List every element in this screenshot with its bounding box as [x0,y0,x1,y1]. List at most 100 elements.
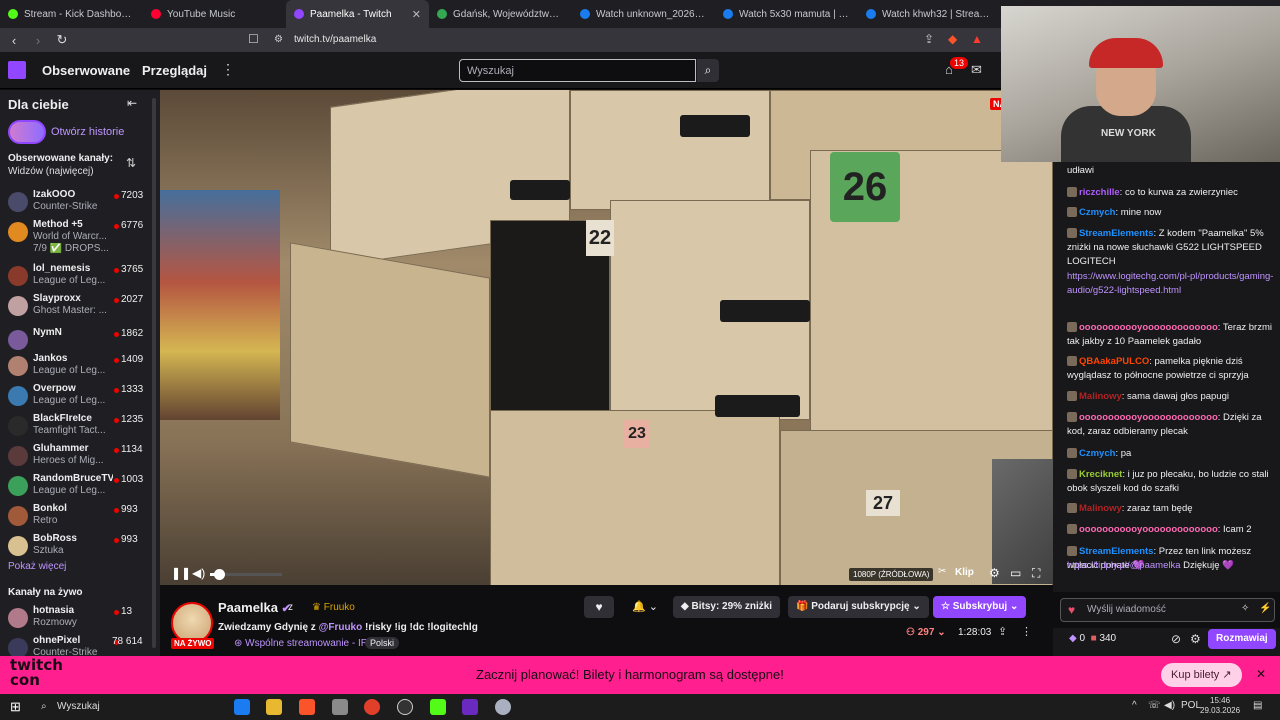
sort-icon[interactable]: ⇅ [126,156,136,170]
browser-tab[interactable]: Watch unknown_2026.01.18-1... [572,0,715,28]
clip-icon[interactable]: ✂ [938,566,946,577]
brave-icon[interactable] [299,699,315,715]
volume-slider[interactable] [210,569,282,580]
browser-tab[interactable]: Paamelka - Twitch ✕ [286,0,429,28]
sidebar-channel[interactable]: BlackFIreIce Teamfight Tact... 1235 [0,412,150,440]
sidebar-channel[interactable]: lol_nemesis League of Leg... 3765 [0,262,150,290]
notifications-icon[interactable]: ▤ [1253,700,1262,711]
collab-link[interactable]: ⊛ Wspólne streamowanie - IRL [234,638,374,649]
sidebar-channel[interactable]: IzakOOO Counter-Strike 7203 [0,188,150,216]
live-channel[interactable]: ohnePixel Counter-Strike 78 614 [0,634,150,656]
nav-followed[interactable]: Obserwowane [42,63,130,78]
notification-bell-button[interactable]: 🔔 ⌄ [626,596,666,618]
sidebar-channel[interactable]: RandomBruceTV League of Leg... 1003 [0,472,150,500]
speaker-icon[interactable]: ◀) [1164,700,1175,711]
app-icon[interactable] [462,699,478,715]
live-channel[interactable]: hotnasia Rozmowy 13 [0,604,150,632]
share-icon[interactable]: ⇪ [924,32,934,46]
chat-settings-icon[interactable]: ⚙ [1190,632,1201,646]
settings-icon[interactable]: ⚙ [989,566,1000,580]
browser-tab[interactable]: Stream - Kick Dashboard [0,0,143,28]
brave-shield-icon[interactable]: ◆ [948,32,957,46]
streamer-name[interactable]: Paamelka ✔ [218,600,291,615]
chat-username[interactable]: Czmych [1079,448,1115,459]
nav-browse[interactable]: Przeglądaj [142,63,207,78]
stories-button[interactable]: Otwórz historie [8,120,124,144]
chat-username[interactable]: Malinowy [1079,503,1122,514]
whispers-icon[interactable]: ✉ [971,62,982,78]
taskbar-search[interactable]: ⌕ Wyszukaj [33,697,223,717]
more-icon[interactable]: ⋮ [221,61,235,78]
clip-button[interactable]: Klip [955,567,974,578]
volume-icon[interactable]: ◀) [192,566,205,580]
pause-icon[interactable]: ❚❚ [171,566,191,580]
app-icon[interactable] [332,699,348,715]
bookmark-icon[interactable]: ☐ [248,32,259,46]
sidebar-channel[interactable]: Gluhammer Heroes of Mig... 1134 [0,442,150,470]
chrome-icon[interactable] [364,699,380,715]
back-icon[interactable]: ‹ [4,33,24,48]
file-explorer-icon[interactable] [266,699,282,715]
windows-start-icon[interactable]: ⊞ [10,699,21,715]
sidebar-channel[interactable]: BobRoss Sztuka 993 [0,532,150,560]
clock[interactable]: 15:46 29.03.2026 [1200,696,1240,716]
chat-link[interactable]: https://tipply.pl/@paamelka [1067,560,1181,571]
sidebar-channel[interactable]: Jankos League of Leg... 1409 [0,352,150,380]
buy-tickets-button[interactable]: Kup bilety ↗ [1161,663,1242,687]
theatre-mode-icon[interactable]: ▭ [1010,566,1021,580]
language-indicator[interactable]: POL [1181,700,1201,711]
search-input[interactable]: Wyszukaj [459,59,696,82]
emote-picker-icon[interactable]: ⚡ [1259,603,1271,614]
language-tag[interactable]: Polski [365,637,400,649]
gift-sub-button[interactable]: 🎁 Podaruj subskrypcję ⌄ [788,596,929,618]
kick-icon[interactable] [430,699,446,715]
chat-username[interactable]: Malinowy [1079,391,1122,402]
search-button[interactable]: ⌕ [697,59,719,82]
browser-tab[interactable]: Watch 5x30 mamuta | Streama... [715,0,858,28]
chat-username[interactable]: riczchille [1079,187,1120,198]
reload-icon[interactable]: ↻ [52,32,72,48]
chat-send-button[interactable]: Rozmawiaj [1208,629,1276,649]
obs-icon[interactable] [397,699,413,715]
collapse-sidebar-icon[interactable]: ⇤ [127,96,137,110]
chat-username[interactable]: QBAakaPULCO [1079,356,1149,367]
site-info-icon[interactable]: ⚙ [274,32,283,48]
tray-chevron-icon[interactable]: ^ [1132,700,1137,711]
ban-icon[interactable]: ⊘ [1171,632,1181,646]
bits-button[interactable]: ◆ Bitsy: 29% zniżki [673,596,781,618]
sidebar-channel[interactable]: Bonkol Retro 993 [0,502,150,530]
sidebar-scrollbar[interactable] [152,98,156,648]
browser-tab[interactable]: Gdańsk, Województwo pomor... [429,0,572,28]
app-icon[interactable] [495,699,511,715]
twitch-logo-icon[interactable] [8,61,26,79]
chat-username[interactable]: ooooooooooyooooooooooooo [1079,524,1218,535]
channel-points[interactable]: ◆ 0 ■ 340 [1069,633,1116,644]
chat-username[interactable]: Kreciknet [1079,469,1122,480]
edge-icon[interactable] [234,699,250,715]
sidebar-channel[interactable]: Overpow League of Leg... 1333 [0,382,150,410]
video-player[interactable]: 26 22 23 27 NA [160,90,1053,585]
follow-button[interactable]: ♥ [584,596,614,618]
more-options-icon[interactable]: ⋮ [1021,625,1032,638]
sidebar-channel[interactable]: Method +5 World of Warcr... 7/9 ✅ DROPS...… [0,218,150,254]
share-icon[interactable]: ⇪ [998,625,1007,638]
chat-input[interactable]: ♥ Wyślij wiadomość ✧ ⚡ [1060,598,1275,622]
sidebar-channel[interactable]: NymN 1862 [0,326,150,354]
close-icon[interactable]: ✕ [1256,667,1266,681]
browser-tab[interactable]: Watch khwh32 | Streamable [858,0,1001,28]
chat-username[interactable]: StreamElements [1079,546,1153,557]
forward-icon[interactable]: › [28,33,48,48]
chat-link[interactable]: https://www.logitechg.com/pl-pl/products… [1067,271,1273,296]
network-icon[interactable]: ☏ [1148,700,1161,711]
show-more-link[interactable]: Pokaż więcej [8,561,66,572]
chat-username[interactable]: Czmych [1079,207,1115,218]
partner-link[interactable]: ♛ Fruuko [312,602,355,613]
close-tab-icon[interactable]: ✕ [412,8,421,21]
sidebar-channel[interactable]: Slayproxx Ghost Master: ... 2027 [0,292,150,320]
chat-username[interactable]: ooooooooooyooooooooooooo [1079,412,1218,423]
rewards-icon[interactable]: ▲ [971,32,983,46]
chat-username[interactable]: StreamElements [1079,228,1153,239]
emote-icon[interactable]: ✧ [1241,603,1249,614]
title-mention[interactable]: @Fruuko [319,622,363,633]
fullscreen-icon[interactable]: ⛶ [1032,566,1040,581]
